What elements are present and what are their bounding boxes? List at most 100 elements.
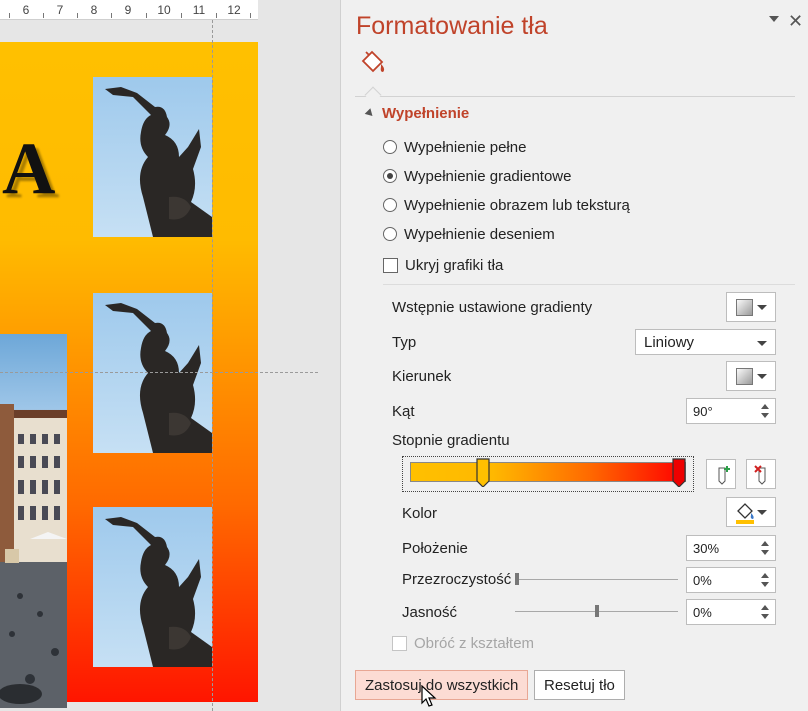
mermaid-photo[interactable] (93, 293, 212, 453)
angle-spinner[interactable]: 90° (686, 398, 776, 424)
horizontal-ruler: 6 7 8 9 10 11 12 (0, 0, 258, 20)
gradient-stops-label: Stopnie gradientu (392, 432, 510, 449)
ruler-number: 6 (22, 3, 30, 17)
ruler-tick (146, 13, 147, 18)
pane-options-icon[interactable] (769, 16, 779, 22)
radio-button[interactable] (383, 227, 397, 241)
radio-button[interactable] (383, 140, 397, 154)
ruler-tick (250, 13, 251, 18)
ruler-tick (43, 13, 44, 18)
transparency-label: Przezroczystość (402, 571, 512, 588)
add-stop-icon (718, 466, 730, 485)
vertical-guide[interactable] (212, 20, 213, 711)
ruler-number: 10 (157, 3, 171, 17)
radio-picture-fill[interactable]: Wypełnienie obrazem lub teksturą (383, 195, 630, 215)
mouse-cursor-icon (421, 685, 437, 707)
radio-label: Wypełnienie gradientowe (404, 167, 572, 185)
gradient-stop-handle[interactable] (672, 457, 686, 487)
ruler-tick (77, 13, 78, 18)
ruler-number: 7 (56, 3, 64, 17)
gradient-type-select[interactable]: Liniowy (635, 329, 776, 355)
spin-down-icon[interactable] (761, 413, 769, 418)
preset-gradients-dropdown[interactable] (726, 292, 776, 322)
pane-title: Formatowanie tła (356, 12, 548, 40)
transparency-slider[interactable] (515, 579, 678, 580)
transparency-value: 0% (693, 573, 712, 588)
position-spinner[interactable]: 30% (686, 535, 776, 561)
collapse-arrow-icon[interactable] (364, 108, 376, 119)
chevron-down-icon (757, 341, 767, 346)
radio-pattern-fill[interactable]: Wypełnienie deseniem (383, 224, 555, 244)
separator (383, 284, 795, 285)
ruler-number: 12 (227, 3, 241, 17)
mermaid-photo[interactable] (93, 77, 212, 237)
preset-gradients-label: Wstępnie ustawione gradienty (392, 299, 593, 316)
mermaid-photo[interactable] (93, 507, 212, 667)
direction-dropdown[interactable] (726, 361, 776, 391)
slide-title-fragment[interactable]: A (2, 127, 55, 212)
angle-label: Kąt (392, 403, 415, 420)
checkbox-label: Ukryj grafiki tła (405, 256, 504, 274)
apply-to-all-button[interactable]: Zastosuj do wszystkich (355, 670, 529, 700)
remove-stop-icon (754, 465, 766, 485)
gradient-preview-bar[interactable] (410, 462, 686, 482)
ruler-tick (111, 13, 112, 18)
gradient-stops-control[interactable] (402, 456, 694, 492)
transparency-spinner[interactable]: 0% (686, 567, 776, 593)
brightness-slider-thumb[interactable] (595, 605, 599, 617)
transparency-slider-thumb[interactable] (515, 573, 519, 585)
hide-background-graphics-checkbox[interactable]: Ukryj grafiki tła (383, 255, 503, 275)
color-label: Kolor (402, 505, 438, 522)
ruler-number: 11 (192, 3, 206, 17)
spin-up-icon[interactable] (761, 404, 769, 409)
position-label: Położenie (402, 540, 468, 557)
checkbox[interactable] (383, 257, 398, 273)
chevron-down-icon (757, 510, 767, 515)
chevron-down-icon (757, 374, 767, 379)
remove-gradient-stop-button[interactable] (746, 459, 776, 489)
gradient-stop-handle[interactable] (476, 457, 490, 487)
spin-up-icon[interactable] (761, 573, 769, 578)
slide-editing-area[interactable]: 6 7 8 9 10 11 12 A (0, 0, 340, 711)
gradient-direction-icon (736, 368, 753, 385)
format-background-pane: Formatowanie tła ✕ Wypełnienie Wypełnien… (340, 0, 808, 711)
gradient-type-value: Liniowy (644, 334, 695, 351)
reset-background-button[interactable]: Resetuj tło (534, 670, 625, 700)
ruler-number: 8 (90, 3, 98, 17)
spin-down-icon[interactable] (761, 582, 769, 587)
horizontal-guide[interactable] (0, 372, 318, 373)
angle-value: 90° (693, 404, 713, 419)
add-gradient-stop-button[interactable] (706, 459, 736, 489)
radio-solid-fill[interactable]: Wypełnienie pełne (383, 137, 526, 157)
radio-label: Wypełnienie pełne (404, 138, 527, 156)
stop-color-dropdown[interactable] (726, 497, 776, 527)
position-value: 30% (693, 541, 720, 556)
spin-down-icon[interactable] (761, 614, 769, 619)
spin-down-icon[interactable] (761, 550, 769, 555)
ruler-tick (181, 13, 182, 18)
ruler-tick (216, 13, 217, 18)
radio-label: Wypełnienie deseniem (404, 225, 555, 243)
brightness-value: 0% (693, 605, 712, 620)
checkbox-disabled (392, 635, 407, 651)
radio-button[interactable] (383, 198, 397, 212)
ruler-number: 9 (124, 3, 132, 17)
section-title-fill[interactable]: Wypełnienie (382, 105, 469, 122)
chevron-down-icon (757, 305, 767, 310)
gradient-swatch-icon (736, 299, 753, 316)
ruler-tick (9, 13, 10, 18)
rotate-with-shape-checkbox: Obróć z kształtem (392, 633, 534, 653)
paint-bucket-icon (736, 503, 754, 524)
radio-button-selected[interactable] (383, 169, 397, 183)
tab-selected-caret (364, 86, 382, 104)
brightness-spinner[interactable]: 0% (686, 599, 776, 625)
spin-up-icon[interactable] (761, 541, 769, 546)
old-town-photo[interactable] (0, 334, 67, 708)
radio-gradient-fill[interactable]: Wypełnienie gradientowe (383, 166, 571, 186)
fill-bucket-icon[interactable] (359, 48, 389, 78)
close-icon[interactable]: ✕ (788, 11, 803, 31)
brightness-label: Jasność (402, 604, 458, 621)
radio-label: Wypełnienie obrazem lub teksturą (404, 196, 630, 214)
tab-divider (355, 96, 795, 97)
spin-up-icon[interactable] (761, 605, 769, 610)
